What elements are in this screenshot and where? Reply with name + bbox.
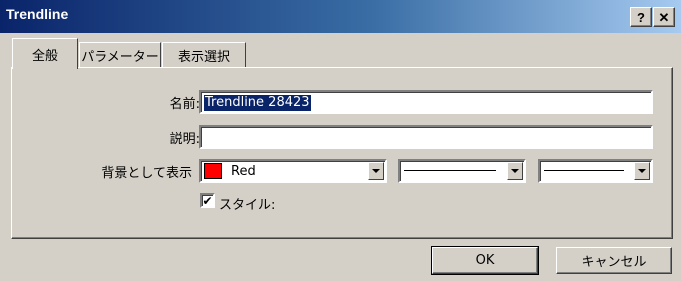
line-style-sample — [404, 170, 496, 171]
close-button[interactable]: ✕ — [653, 7, 675, 27]
cancel-button[interactable]: キャンセル — [556, 247, 672, 274]
window-title: Trendline — [6, 6, 69, 22]
color-swatch — [204, 163, 222, 179]
line-width-sample — [544, 170, 624, 171]
checkmark-icon: ✔ — [202, 193, 213, 208]
ok-button-label: OK — [475, 253, 495, 268]
help-button[interactable]: ? — [630, 7, 652, 27]
title-bar[interactable]: Trendline ? ✕ — [0, 0, 681, 33]
description-label: 説明: — [169, 132, 200, 147]
help-icon: ? — [637, 9, 645, 25]
color-select-value: Red — [231, 164, 256, 179]
name-value: Trendline 28423 — [204, 95, 311, 111]
tab-parameters-label: パラメーター — [81, 49, 159, 65]
chevron-down-icon — [372, 169, 380, 173]
tab-general[interactable]: 全般 — [12, 38, 78, 69]
color-select-dropdown[interactable] — [368, 162, 384, 180]
cancel-button-label: キャンセル — [581, 255, 647, 270]
ok-button[interactable]: OK — [431, 246, 539, 275]
tab-parameters[interactable]: パラメーター — [79, 42, 161, 67]
color-select[interactable]: Red — [199, 159, 387, 183]
tab-display[interactable]: 表示選択 — [162, 42, 246, 67]
close-icon: ✕ — [658, 9, 670, 25]
line-width-select[interactable] — [538, 159, 653, 183]
chevron-down-icon — [638, 169, 646, 173]
dialog-window: Trendline ? ✕ パラメーター 表示選択 全般 名前: Trendli… — [0, 0, 681, 281]
line-width-dropdown[interactable] — [634, 162, 650, 180]
style-checkbox-label[interactable]: スタイル: — [219, 194, 275, 213]
tab-join — [13, 66, 77, 69]
line-style-dropdown[interactable] — [507, 162, 523, 180]
style-checkbox[interactable]: ✔ — [200, 193, 215, 208]
name-input[interactable]: Trendline 28423 — [199, 90, 653, 114]
tab-general-label: 全般 — [31, 48, 58, 64]
background-label: 背景として表示 — [101, 166, 192, 181]
chevron-down-icon — [511, 169, 519, 173]
line-style-select[interactable] — [398, 159, 526, 183]
tab-panel-general: 名前: Trendline 28423 説明: 背景として表示 Red — [11, 67, 673, 239]
name-label: 名前: — [169, 97, 200, 112]
tab-display-label: 表示選択 — [177, 49, 230, 65]
description-input[interactable] — [199, 125, 653, 149]
